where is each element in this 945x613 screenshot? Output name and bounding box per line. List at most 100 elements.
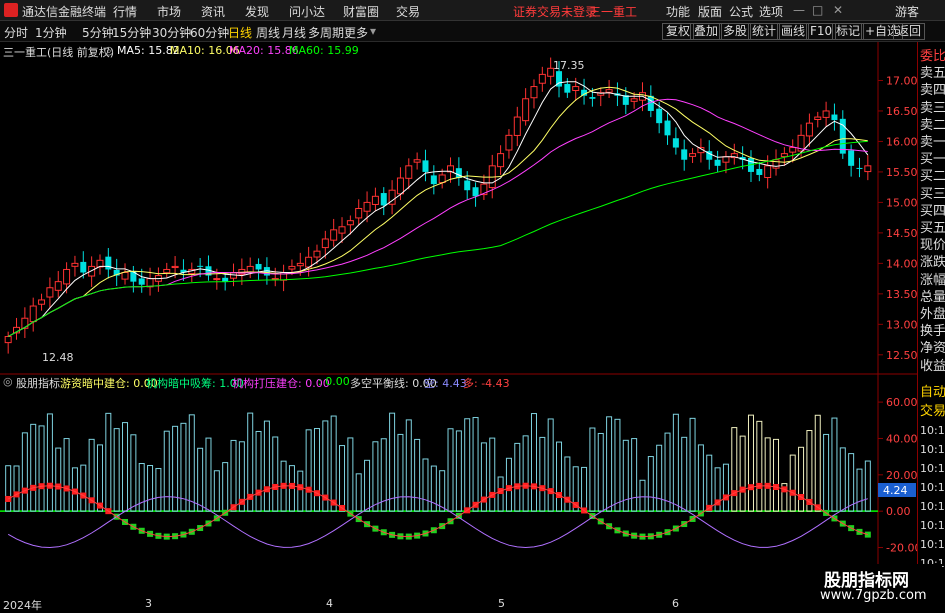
candle-body	[864, 165, 872, 173]
menu-quotes[interactable]: 行情	[113, 3, 137, 20]
side-panel-time: 10:13	[920, 538, 945, 551]
indicator-toggle-icon[interactable]: ◎	[3, 375, 13, 388]
candle-body	[71, 262, 79, 267]
candle-body	[313, 250, 321, 258]
menu-discover[interactable]: 发现	[245, 3, 269, 20]
candle-body	[363, 201, 371, 212]
period-tab-monthly[interactable]: 月线	[282, 24, 306, 41]
candle-body	[564, 83, 571, 93]
side-panel-label: 买二	[920, 169, 945, 185]
period-tab-5min[interactable]: 5分钟	[82, 24, 114, 41]
guest-label[interactable]: 游客	[895, 3, 919, 20]
candle-body	[4, 336, 12, 344]
side-panel-label: 收益	[920, 358, 945, 374]
draw-button[interactable]: 画线	[777, 23, 810, 40]
menu-options[interactable]: 选项	[759, 3, 783, 20]
period-tab-more[interactable]: 更多	[344, 24, 368, 41]
side-panel-auto-trade[interactable]: 自动	[920, 384, 945, 401]
candle-body	[464, 180, 471, 191]
period-tab-30min[interactable]: 30分钟	[152, 24, 191, 41]
candle-body	[681, 149, 688, 160]
indicator-tick-label: 60.00	[886, 396, 918, 409]
price-tick-label: 16.50	[886, 105, 918, 118]
indicator-value-tag: 4.24	[883, 484, 908, 497]
side-panel-label: 卖五	[920, 66, 945, 82]
side-panel-label: 买三	[920, 186, 945, 202]
side-panel-label: 净资	[920, 341, 945, 357]
candle-body	[321, 238, 329, 249]
menu-trade[interactable]: 交易	[396, 3, 420, 20]
period-tab-daily[interactable]: 日线	[228, 24, 252, 41]
candle-body	[522, 98, 530, 122]
period-tab-timeshare[interactable]: 分时	[4, 24, 28, 41]
candle-body	[138, 278, 145, 285]
candlestick-chart[interactable]: 17.00 16.50 16.00 15.50 15.00 14.50 14.00 13.50…	[0, 42, 945, 375]
multi-stock-button[interactable]: 多股	[719, 23, 752, 40]
overlay-button[interactable]: 叠加	[690, 23, 723, 40]
candle-body	[422, 160, 429, 172]
period-toolbar: 分时 1分钟 5分钟 15分钟 30分钟 60分钟 日线 周线 月线 多周期 更…	[0, 21, 945, 42]
candle-body	[430, 175, 437, 185]
menu-formula[interactable]: 公式	[729, 3, 753, 20]
candle-body	[505, 134, 513, 151]
more-dropdown-icon[interactable]: ▾	[370, 24, 376, 38]
x-label-jun: 6	[672, 597, 679, 610]
side-panel-label: 买一	[920, 152, 945, 168]
side-panel-auto-trade[interactable]: 交易	[920, 403, 945, 420]
candle-body	[46, 287, 54, 298]
low-annotation: 12.48	[42, 351, 74, 364]
menu-market[interactable]: 市场	[157, 3, 181, 20]
side-panel-label: 涨幅	[920, 272, 945, 288]
maximize-icon[interactable]: □	[812, 3, 823, 17]
candle-body	[338, 226, 346, 234]
side-panel-label: 现价	[920, 238, 945, 254]
candle-body	[764, 165, 772, 178]
period-tab-15min[interactable]: 15分钟	[112, 24, 151, 41]
legend-toggle-icon[interactable]: ◎	[104, 44, 114, 57]
side-panel-label: 卖一	[920, 135, 945, 150]
menu-wealth[interactable]: 财富圈	[343, 3, 379, 20]
login-status[interactable]: 证券交易未登录	[513, 3, 597, 20]
menu-ask[interactable]: 问小达	[289, 3, 325, 20]
candle-body	[222, 277, 229, 282]
stats-button[interactable]: 统计	[748, 23, 781, 40]
candle-body	[171, 265, 179, 269]
indicator-c-legend: 机构打压建仓: 0.00	[232, 377, 330, 390]
indicator-kong-legend: 空: 4.43	[424, 377, 467, 390]
period-tab-multi[interactable]: 多周期	[308, 24, 344, 41]
candle-body	[722, 156, 730, 163]
side-panel-time: 10:12	[920, 424, 945, 437]
price-tick-label: 16.00	[886, 135, 918, 148]
x-label-apr: 4	[326, 597, 333, 610]
candle-body	[197, 265, 204, 267]
side-panel-label: 卖四	[920, 83, 945, 99]
period-tab-60min[interactable]: 60分钟	[190, 24, 229, 41]
side-panel-label: 外盘	[920, 307, 945, 322]
candle-body	[405, 165, 413, 179]
period-tab-weekly[interactable]: 周线	[256, 24, 280, 41]
candle-body	[355, 208, 363, 219]
close-icon[interactable]: ✕	[833, 3, 843, 17]
app-title: 通达信金融终端	[22, 5, 107, 19]
back-button[interactable]: 返回	[893, 23, 926, 40]
menu-function[interactable]: 功能	[666, 3, 690, 20]
mark-button[interactable]: 标记	[832, 23, 865, 40]
indicator-chart[interactable]: 60.0040.0020.000.00-20.00-40.00	[0, 375, 945, 597]
side-panel-label: 买四	[920, 203, 945, 219]
side-panel-label: 换手	[920, 324, 945, 340]
minimize-icon[interactable]: —	[793, 3, 805, 17]
candle-body	[605, 89, 613, 93]
menu-news[interactable]: 资讯	[201, 3, 225, 20]
candle-body	[572, 86, 580, 91]
period-tab-1min[interactable]: 1分钟	[35, 24, 67, 41]
menu-layout[interactable]: 版面	[698, 3, 722, 20]
candle-body	[831, 114, 838, 121]
candle-body	[689, 153, 697, 157]
side-panel-label: 买五	[920, 221, 945, 236]
price-tick-label: 12.50	[886, 349, 918, 362]
candle-body	[121, 272, 129, 280]
candle-body	[38, 299, 46, 305]
candle-body	[54, 281, 62, 291]
candle-body	[780, 153, 788, 158]
side-panel-time: 10:13	[920, 481, 945, 494]
